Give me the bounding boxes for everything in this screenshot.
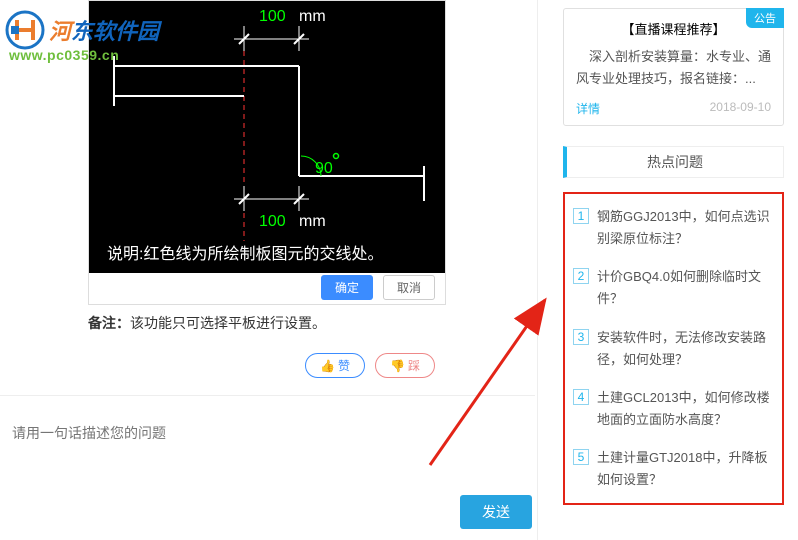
divider [0,395,535,396]
thumbs-down-icon: 👎 [390,359,405,373]
hot-num: 1 [573,208,589,224]
dim-top-unit: mm [299,8,326,25]
like-button[interactable]: 👍 赞 [305,353,365,378]
hot-text: 钢筋GGJ2013中，如何点选识别梁原位标注？ [597,206,774,250]
site-logo: 河东软件园 www.pc0359.cn [5,10,159,63]
dim-bottom-value: 100 [259,213,286,230]
main-panel: 100 mm 90 [0,0,535,540]
notice-body: 深入剖析安装算量：水专业、通风专业处理技巧，报名链接：... [576,46,771,90]
hot-text: 土建计量GTJ2018中，升降板如何设置？ [597,447,774,491]
logo-url: www.pc0359.cn [9,47,159,63]
logo-icon [5,10,45,50]
hot-item-5[interactable]: 5 土建计量GTJ2018中，升降板如何设置？ [573,447,774,491]
dislike-label: 踩 [408,357,420,374]
hot-num: 5 [573,449,589,465]
question-input[interactable] [12,425,512,441]
notice-card: 公告 【直播课程推荐】 深入剖析安装算量：水专业、通风专业处理技巧，报名链接：.… [563,8,784,126]
hot-list: 1 钢筋GGJ2013中，如何点选识别梁原位标注？ 2 计价GBQ4.0如何删除… [563,192,784,505]
notice-date: 2018-09-10 [710,100,771,117]
hot-item-2[interactable]: 2 计价GBQ4.0如何删除临时文件？ [573,266,774,310]
send-button[interactable]: 发送 [460,495,532,529]
notice-badge: 公告 [746,8,784,28]
dim-top-value: 100 [259,8,286,25]
vertical-divider [537,0,538,540]
dim-angle: 90 [315,160,333,177]
hot-item-4[interactable]: 4 土建GCL2013中，如何修改楼地面的立面防水高度？ [573,387,774,431]
notice-detail-link[interactable]: 详情 [576,100,600,117]
thumbs-up-icon: 👍 [320,359,335,373]
hot-num: 2 [573,268,589,284]
dislike-button[interactable]: 👎 踩 [375,353,435,378]
diagram-caption: 说明:红色线为所绘制板图元的交线处。 [107,245,383,263]
right-panel: 公告 【直播课程推荐】 深入剖析安装算量：水专业、通风专业处理技巧，报名链接：.… [555,0,792,540]
cancel-button[interactable]: 取消 [383,275,435,300]
like-label: 赞 [338,357,350,374]
hot-text: 土建GCL2013中，如何修改楼地面的立面防水高度？ [597,387,774,431]
logo-text: 河东软件园 [49,14,159,46]
hot-item-3[interactable]: 3 安装软件时，无法修改安装路径，如何处理？ [573,327,774,371]
hot-num: 4 [573,389,589,405]
hot-text: 安装软件时，无法修改安装路径，如何处理？ [597,327,774,371]
hot-num: 3 [573,329,589,345]
hot-text: 计价GBQ4.0如何删除临时文件？ [597,266,774,310]
hot-item-1[interactable]: 1 钢筋GGJ2013中，如何点选识别梁原位标注？ [573,206,774,250]
remark-text: 备注：该功能只可选择平板进行设置。 [88,313,326,333]
hot-header: 热点问题 [563,146,784,178]
notice-title: 【直播课程推荐】 [576,19,771,38]
dim-bottom-unit: mm [299,213,326,230]
confirm-button[interactable]: 确定 [321,275,373,300]
